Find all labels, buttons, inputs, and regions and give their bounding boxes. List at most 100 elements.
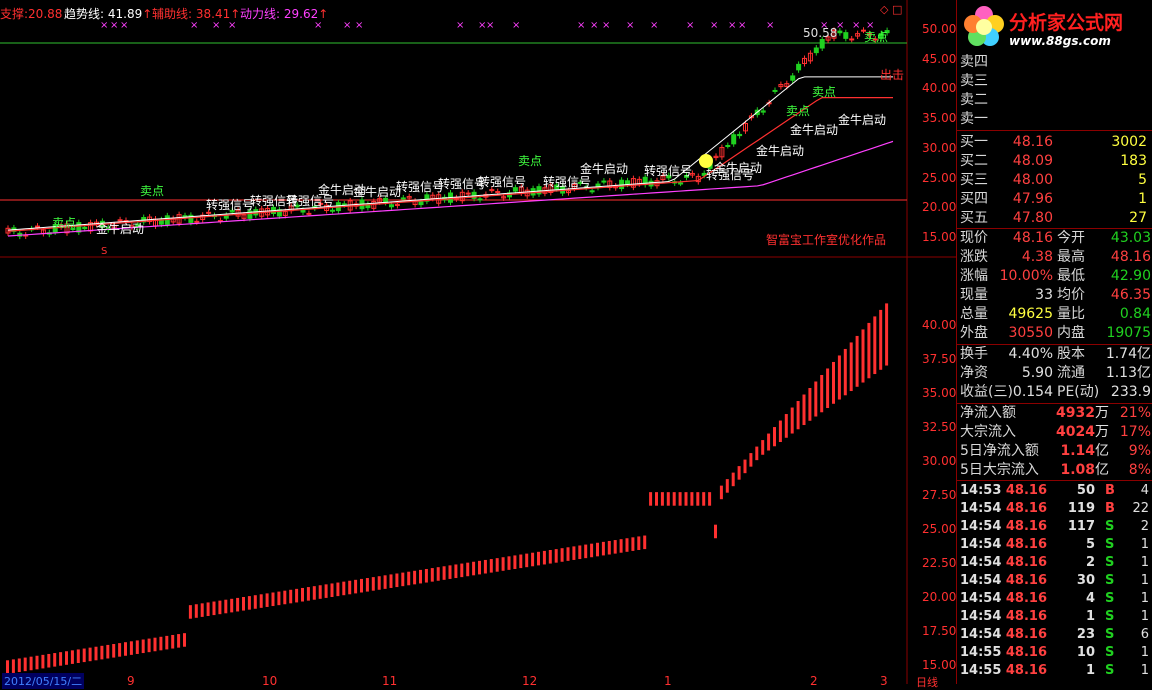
candle-body: [400, 197, 406, 200]
tick-time: 14:54: [960, 555, 1002, 570]
tick-time: 14:54: [960, 573, 1002, 588]
date-cursor-label: 2012/05/15/二: [2, 673, 85, 689]
indicator-bar: [165, 635, 169, 650]
order-row-buy[interactable]: 买三 48.00 5: [957, 171, 1152, 190]
indicator-bar: [572, 546, 576, 560]
indicator-bar: [82, 648, 86, 663]
signal-label: 卖点: [518, 154, 543, 168]
fundamentals-row: 收益(三) 0.154 PE(动) 233.9: [957, 383, 1152, 402]
signal-label: 转强信号: [396, 180, 445, 194]
field-label: 总量: [960, 306, 988, 322]
tick-time: 14:54: [960, 519, 1002, 534]
logo-url[interactable]: www.88gs.com: [1009, 34, 1111, 48]
indicator-bar: [531, 552, 535, 567]
axis-tick-label: 30.00: [922, 454, 957, 468]
x-marker: ×: [456, 20, 464, 31]
indicator-bar: [171, 634, 175, 649]
field-label: 流通: [1057, 365, 1085, 381]
order-row-sell[interactable]: 卖二: [957, 91, 1152, 110]
tick-row[interactable]: 14:55 48.16 1 S 1: [957, 661, 1152, 680]
indicator-bar: [784, 414, 788, 438]
indicator-bar: [649, 492, 653, 506]
indicator-bar: [194, 604, 198, 618]
tick-row[interactable]: 14:54 48.16 1 S 1: [957, 607, 1152, 626]
indicator-bar: [796, 401, 800, 430]
order-row-buy[interactable]: 买一 48.16 3002: [957, 133, 1152, 152]
tick-row[interactable]: 14:54 48.16 4 S 1: [957, 589, 1152, 608]
signal-label: 金牛启动: [96, 222, 145, 236]
indicator-bar: [135, 640, 139, 654]
indicator-bar: [377, 576, 381, 590]
indicator-bar: [35, 655, 39, 670]
order-row-sell[interactable]: 卖四: [957, 53, 1152, 72]
tick-row[interactable]: 14:54 48.16 30 S 1: [957, 571, 1152, 590]
order-row-buy[interactable]: 买二 48.09 183: [957, 152, 1152, 171]
kline-chart-svg[interactable]: × × × × × × × × × × × × × × × × × × × × × × × × × × ×: [0, 0, 956, 684]
time-tick-label: 9: [127, 674, 135, 688]
indicator-bar: [200, 603, 204, 617]
tick-count: 1: [1140, 555, 1149, 570]
order-row-buy[interactable]: 买五 47.80 27: [957, 209, 1152, 228]
candle-body: [678, 182, 684, 185]
tick-count: 1: [1140, 663, 1149, 678]
axis-tick-label: 50.00: [922, 22, 957, 36]
indicator-bar: [519, 554, 523, 569]
field-label: 量比: [1057, 306, 1085, 322]
axis-tick-label: 40.00: [922, 81, 957, 96]
tick-row[interactable]: 14:55 48.16 10 S 1: [957, 643, 1152, 662]
tick-row[interactable]: 14:54 48.16 2 S 1: [957, 553, 1152, 572]
tick-row[interactable]: 14:54 48.16 119 B 22: [957, 499, 1152, 518]
indicator-bar: [708, 492, 712, 506]
field-label: 最高: [1057, 249, 1085, 265]
signal-label: 卖点: [52, 216, 77, 230]
indicator-bar: [885, 303, 889, 366]
tick-row[interactable]: 14:53 48.16 50 B 4: [957, 481, 1152, 500]
indicator-bar: [607, 540, 611, 555]
tick-row[interactable]: 14:54 48.16 23 S 6: [957, 625, 1152, 644]
indicator-bar: [666, 492, 670, 506]
indicator-bar: [236, 597, 240, 612]
indicator-bar: [242, 597, 245, 611]
window-control-icons[interactable]: ◇ □: [880, 3, 902, 16]
tick-count: 1: [1140, 537, 1149, 552]
tick-count: 1: [1140, 573, 1149, 588]
tick-time: 14:54: [960, 591, 1002, 606]
tick-price: 48.16: [1005, 609, 1047, 624]
order-row-sell[interactable]: 卖三: [957, 72, 1152, 91]
x-marker: ×: [486, 20, 494, 31]
tick-time: 14:54: [960, 627, 1002, 642]
x-marker: ×: [766, 20, 774, 31]
indicator-bar: [88, 647, 92, 662]
period-label[interactable]: 日线: [916, 674, 938, 690]
tick-volume: 30: [1076, 573, 1095, 588]
field-value: 46.35: [1110, 287, 1151, 303]
order-row-buy[interactable]: 买四 47.96 1: [957, 190, 1152, 209]
tick-side: S: [1105, 519, 1115, 534]
indicator-bar: [761, 440, 765, 455]
field-value: 0.154: [1012, 384, 1053, 400]
quote-row: 总量 49625 量比 0.84: [957, 305, 1152, 324]
s-marker: S: [101, 246, 108, 257]
candle-body: [796, 63, 802, 71]
flow-label: 大宗流入: [960, 424, 1016, 440]
diamond-icon[interactable]: ◇: [880, 3, 888, 16]
indicator-bar: [737, 466, 741, 480]
indicator-bar: [560, 548, 564, 562]
tick-volume: 23: [1076, 627, 1095, 642]
indicator-bar: [660, 492, 664, 506]
indicator-bar: [755, 446, 759, 461]
indicator-bar: [348, 580, 352, 595]
tick-row[interactable]: 14:54 48.16 117 S 2: [957, 517, 1152, 536]
indicator-bar: [554, 549, 558, 563]
order-row-sell[interactable]: 卖一: [957, 110, 1152, 129]
kline-chart-area[interactable]: × × × × × × × × × × × × × × × × × × × × × × × × × × × 支撑:20.88 趋势线…: [0, 0, 957, 689]
axis-tick-label: 45.00: [922, 51, 957, 66]
candle-body: [194, 220, 200, 223]
indicator-bar: [112, 644, 116, 658]
restore-icon[interactable]: □: [892, 3, 902, 16]
order-volume: 1: [1138, 191, 1147, 207]
flow-unit: 亿: [1095, 443, 1109, 459]
indicator-bar: [177, 634, 181, 648]
indicator-bar: [584, 544, 588, 559]
tick-row[interactable]: 14:54 48.16 5 S 1: [957, 535, 1152, 554]
